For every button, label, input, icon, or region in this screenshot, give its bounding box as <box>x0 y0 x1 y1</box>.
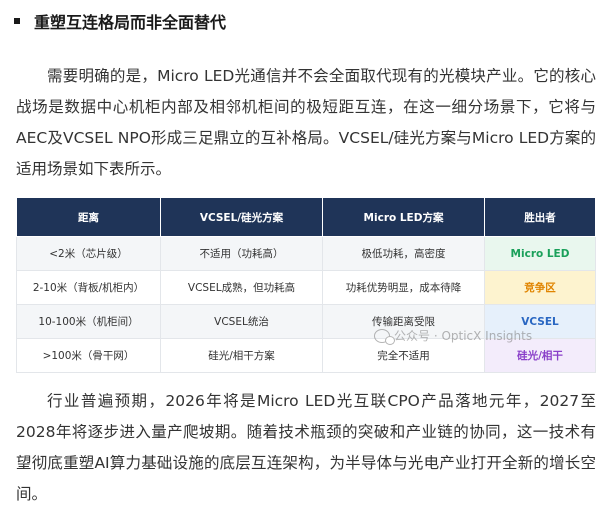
table-row: >100米（骨干网） 硅光/相干方案 完全不适用 硅光/相干 <box>16 338 596 373</box>
cell-microled: 传输距离受限 <box>322 304 485 339</box>
header-microled: Micro LED方案 <box>322 197 485 237</box>
table-row: <2米（芯片级） 不适用（功耗高） 极低功耗，高密度 Micro LED <box>16 236 596 271</box>
comparison-table: 距离 VCSEL/硅光方案 Micro LED方案 胜出者 <2米（芯片级） 不… <box>16 197 596 373</box>
cell-distance: 10-100米（机柜间） <box>16 304 161 339</box>
cell-winner: 硅光/相干 <box>484 338 596 373</box>
outlook-paragraph: 行业普遍预期，2026年将是Micro LED光互联CPO产品落地元年，2027… <box>16 392 596 503</box>
header-vcsel: VCSEL/硅光方案 <box>160 197 323 237</box>
cell-vcsel: 不适用（功耗高） <box>160 236 323 271</box>
intro-paragraph: 需要明确的是，Micro LED光通信并不会全面取代现有的光模块产业。它的核心战… <box>16 67 596 178</box>
comparison-table-wrapper: 距离 VCSEL/硅光方案 Micro LED方案 胜出者 <2米（芯片级） 不… <box>16 197 596 373</box>
cell-vcsel: 硅光/相干方案 <box>160 338 323 373</box>
cell-distance: <2米（芯片级） <box>16 236 161 271</box>
cell-microled: 功耗优势明显，成本待降 <box>322 270 485 305</box>
cell-winner: VCSEL <box>484 304 596 339</box>
cell-distance: 2-10米（背板/机柜内） <box>16 270 161 305</box>
cell-microled: 完全不适用 <box>322 338 485 373</box>
header-winner: 胜出者 <box>484 197 596 237</box>
cell-microled: 极低功耗，高密度 <box>322 236 485 271</box>
cell-winner: Micro LED <box>484 236 596 271</box>
table-row: 2-10米（背板/机柜内） VCSEL成熟，但功耗高 功耗优势明显，成本待降 竞… <box>16 270 596 305</box>
section-heading-text: 重塑互连格局而非全面替代 <box>34 13 227 32</box>
cell-vcsel: VCSEL成熟，但功耗高 <box>160 270 323 305</box>
cell-distance: >100米（骨干网） <box>16 338 161 373</box>
table-header-row: 距离 VCSEL/硅光方案 Micro LED方案 胜出者 <box>16 197 596 237</box>
header-distance: 距离 <box>16 197 161 237</box>
cell-vcsel: VCSEL统治 <box>160 304 323 339</box>
section-heading: 重塑互连格局而非全面替代 <box>14 6 226 36</box>
table-row: 10-100米（机柜间） VCSEL统治 传输距离受限 VCSEL <box>16 304 596 339</box>
cell-winner: 竞争区 <box>484 270 596 305</box>
heading-bullet-icon <box>14 18 20 24</box>
